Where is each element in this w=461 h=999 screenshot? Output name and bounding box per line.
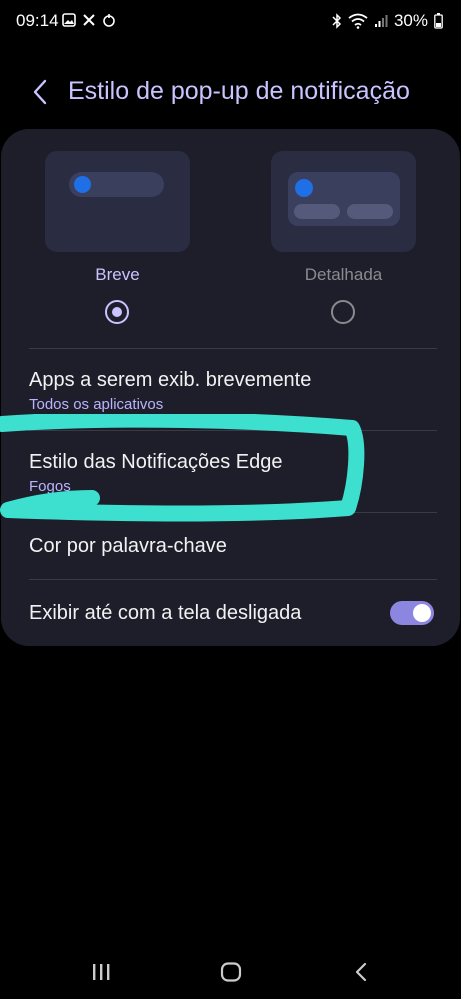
back-button[interactable]	[26, 76, 54, 108]
notification-icons	[62, 13, 116, 27]
brief-pill	[69, 172, 164, 197]
gallery-icon	[62, 13, 76, 27]
apps-setting-row[interactable]: Apps a serem exib. brevemente Todos os a…	[1, 349, 460, 430]
header: Estilo de pop-up de notificação	[0, 72, 461, 112]
toggle-knob	[413, 604, 431, 622]
home-icon	[220, 962, 242, 982]
detailed-label: Detalhada	[304, 265, 383, 284]
bluetooth-icon	[332, 13, 342, 29]
chevron-left-icon	[33, 79, 47, 105]
recents-icon	[93, 964, 110, 980]
apps-setting-value: Todos os aplicativos	[29, 396, 164, 413]
edge-style-value: Fogos	[29, 478, 71, 495]
status-time: 09:14	[16, 11, 59, 30]
page-title: Estilo de pop-up de notificação	[68, 77, 410, 105]
edge-style-title: Estilo das Notificações Edge	[29, 451, 283, 473]
keyword-color-title: Cor por palavra-chave	[29, 535, 227, 557]
detailed-radio[interactable]	[331, 300, 355, 324]
brief-dot	[74, 176, 91, 193]
detailed-style-preview[interactable]	[271, 151, 416, 252]
system-icons: 30%	[332, 11, 443, 31]
detailed-dot	[295, 179, 313, 197]
brief-style-preview[interactable]	[45, 151, 190, 252]
brief-label: Breve	[95, 265, 140, 284]
settings-card: Breve Detalhada Apps a serem exib. breve…	[1, 129, 460, 646]
screen-off-toggle[interactable]	[390, 601, 434, 625]
app-icon	[103, 14, 115, 27]
battery-icon	[434, 13, 443, 29]
x-icon	[83, 14, 95, 26]
home-button[interactable]	[211, 959, 251, 985]
signal-icon	[374, 15, 388, 27]
screen-off-row[interactable]: Exibir até com a tela desligada	[1, 580, 460, 646]
screen-off-title: Exibir até com a tela desligada	[29, 602, 302, 624]
status-bar: 09:14 30%	[0, 0, 461, 44]
detailed-button-left	[294, 204, 340, 219]
recents-button[interactable]	[81, 959, 121, 985]
back-nav-button[interactable]	[341, 959, 381, 985]
detailed-button-right	[347, 204, 393, 219]
apps-setting-title: Apps a serem exib. brevemente	[29, 369, 312, 391]
edge-style-row[interactable]: Estilo das Notificações Edge Fogos	[1, 431, 460, 512]
wifi-icon	[348, 13, 368, 29]
battery-percent: 30%	[393, 11, 428, 30]
keyword-color-row[interactable]: Cor por palavra-chave	[1, 513, 460, 579]
brief-radio[interactable]	[105, 300, 129, 324]
back-nav-icon	[355, 962, 367, 982]
navigation-bar	[0, 945, 461, 999]
detailed-card	[288, 172, 400, 226]
